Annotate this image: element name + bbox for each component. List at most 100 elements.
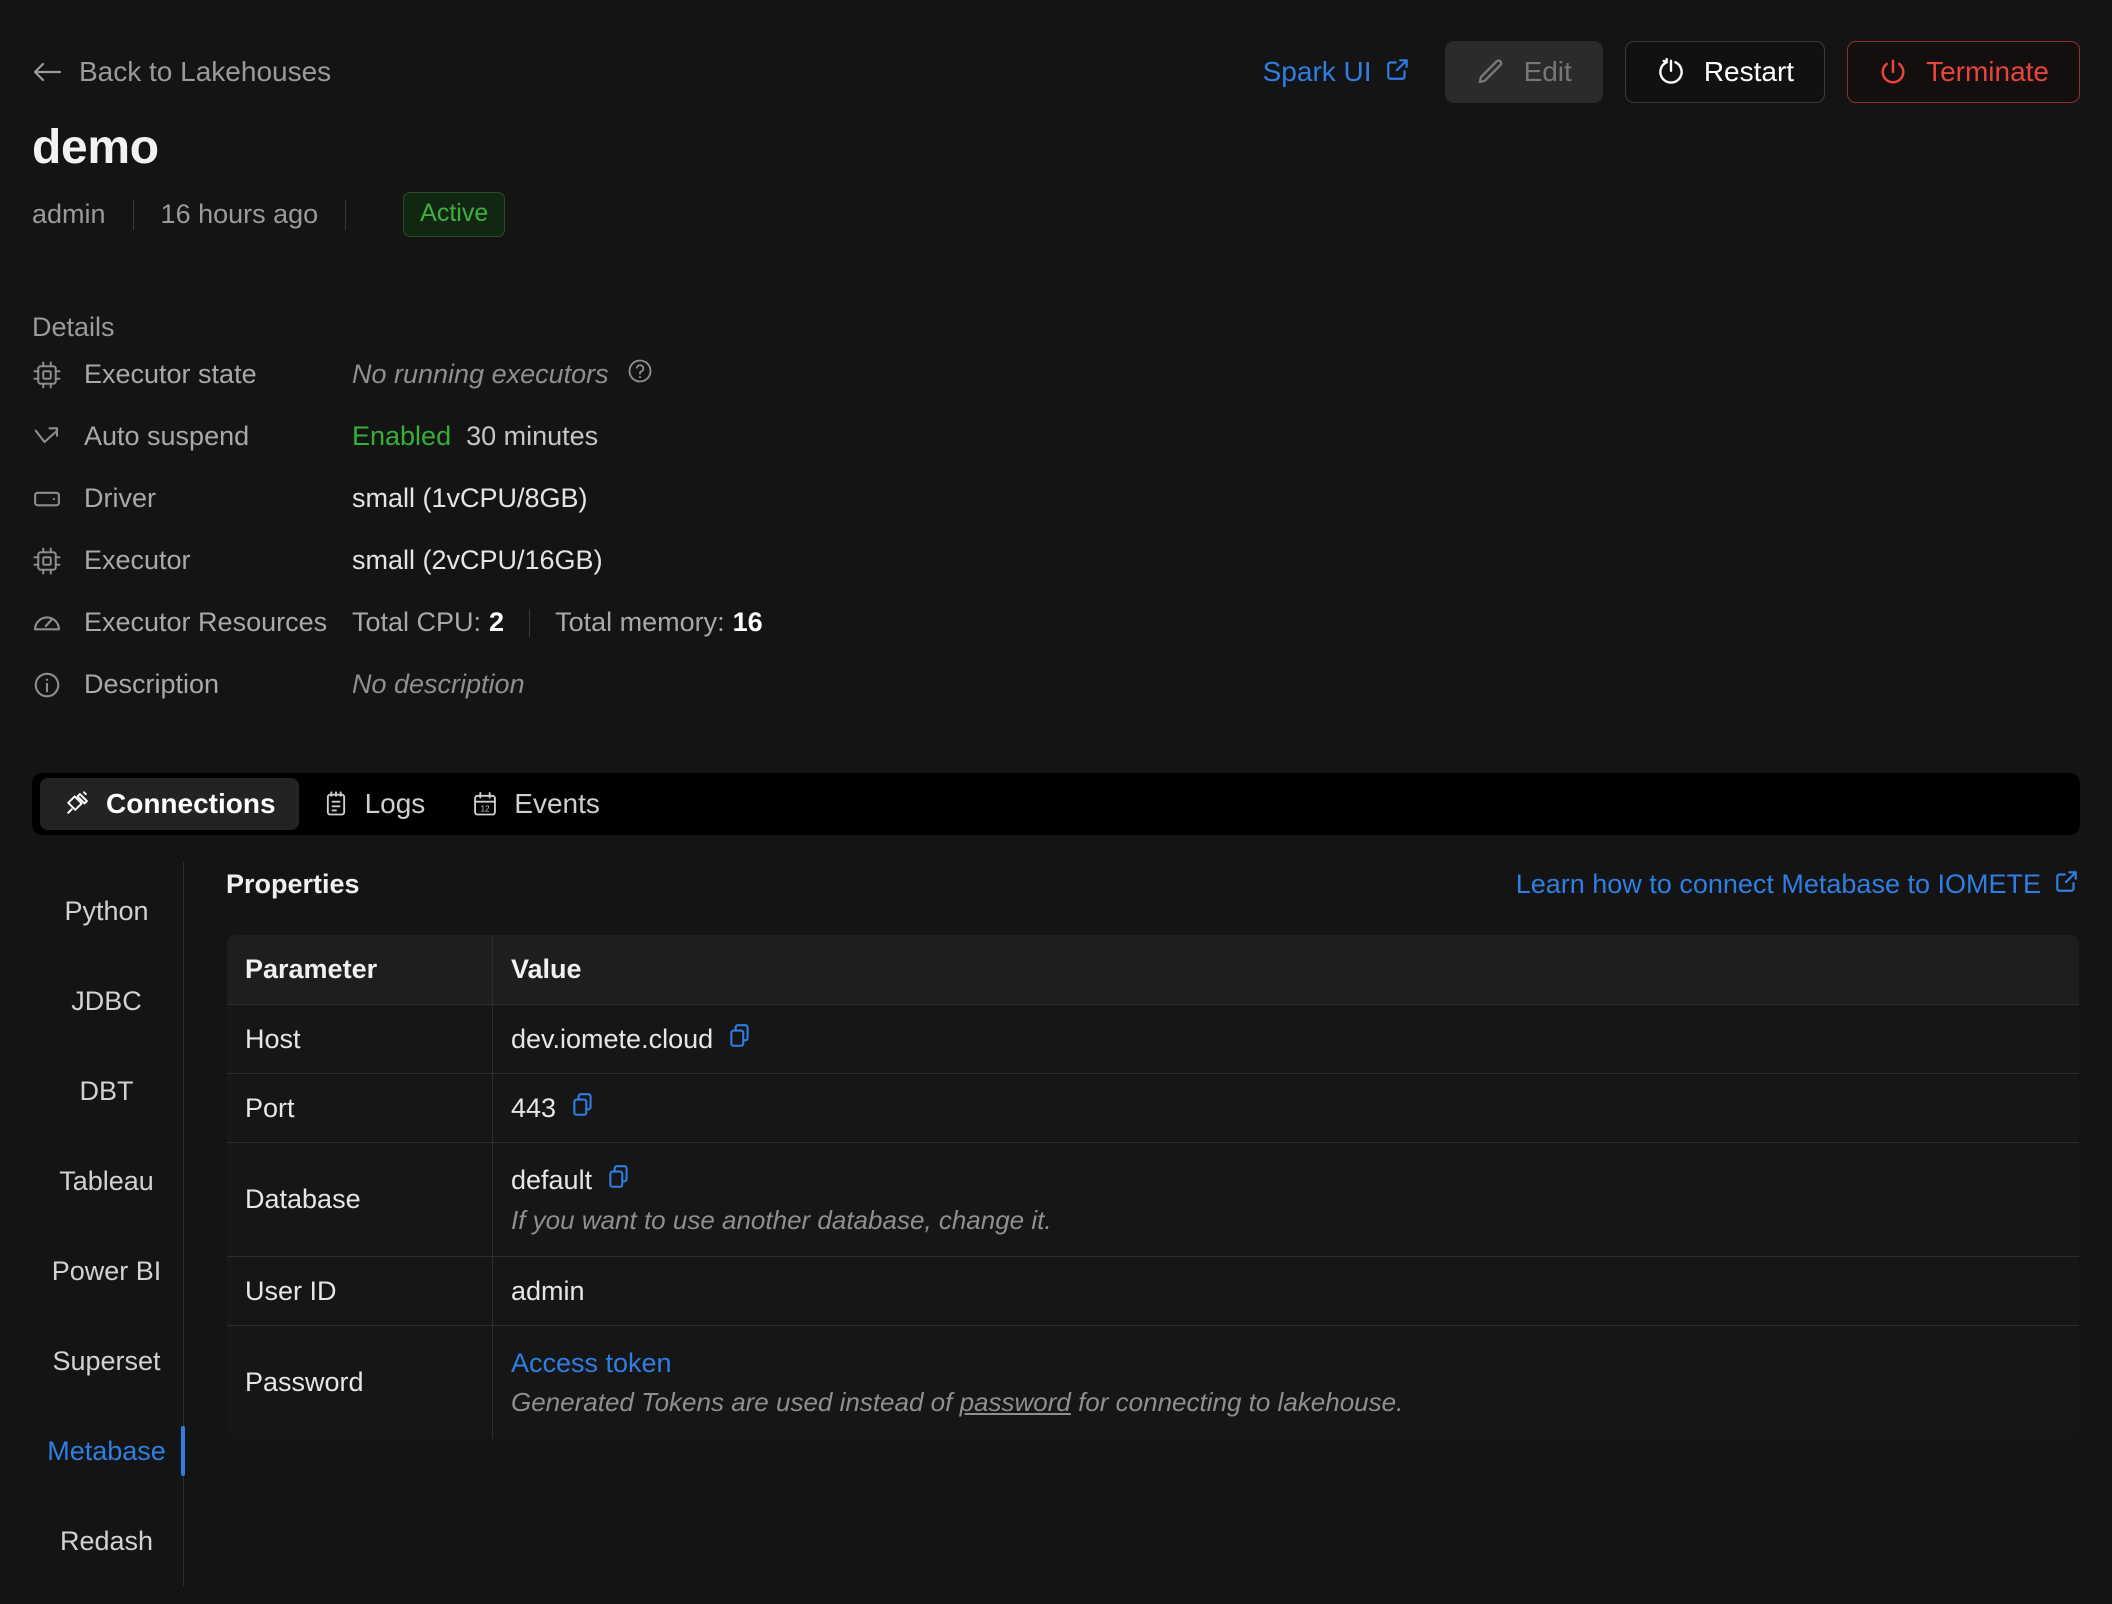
sidebar-item-label: DBT: [79, 1075, 134, 1106]
calendar-icon: 12: [471, 790, 499, 818]
properties-table: Parameter Value Host dev.iomete.cloud Po…: [226, 934, 2080, 1440]
notepad-icon: [322, 790, 350, 818]
sidebar-item-redash[interactable]: Redash: [32, 1496, 183, 1586]
detail-label: Executor Resources: [32, 607, 352, 638]
column-header-value: Value: [492, 935, 2079, 1005]
sidebar-item-label: Tableau: [59, 1165, 154, 1196]
sidebar-item-label: Python: [64, 895, 149, 926]
edit-label: Edit: [1523, 56, 1572, 87]
detail-row-executor-state: Executor state No running executors: [32, 344, 2080, 405]
tab-connections[interactable]: Connections: [40, 778, 299, 830]
cell-parameter: Port: [227, 1073, 493, 1143]
cell-value: admin: [492, 1256, 2079, 1326]
sidebar-item-tableau[interactable]: Tableau: [32, 1136, 183, 1226]
restart-button[interactable]: Restart: [1624, 41, 1826, 103]
plug-icon: [63, 790, 91, 818]
meta-divider: [132, 199, 134, 230]
detail-row-auto-suspend: Auto suspend Enabled 30 minutes: [32, 406, 2080, 467]
sidebar-item-label: Metabase: [47, 1435, 166, 1466]
copy-icon[interactable]: [570, 1092, 596, 1125]
properties-title: Properties: [226, 868, 360, 899]
table-row: Port 443: [227, 1073, 2079, 1143]
cell-value: 443: [492, 1073, 2079, 1143]
password-note: Generated Tokens are used instead of pas…: [511, 1387, 2061, 1418]
cell-value: default If you want to use another datab…: [492, 1142, 2079, 1257]
executor-value: small (2vCPU/16GB): [352, 545, 603, 575]
detail-label: Driver: [32, 483, 352, 514]
detail-label: Description: [32, 669, 352, 700]
properties-table-head: Parameter Value: [227, 935, 2079, 1005]
detail-value: No description: [352, 669, 525, 700]
edit-button[interactable]: Edit: [1444, 41, 1603, 103]
terminate-button[interactable]: Terminate: [1847, 41, 2080, 103]
detail-row-driver: Driver small (1vCPU/8GB): [32, 468, 2080, 529]
top-bar: Back to Lakehouses Spark UI Edit Restart…: [32, 0, 2080, 112]
detail-value: Total CPU: 2 Total memory: 16: [352, 607, 763, 638]
power-restart-icon: [1656, 57, 1686, 87]
cell-parameter: User ID: [227, 1256, 493, 1326]
lakehouse-detail-page: Back to Lakehouses Spark UI Edit Restart…: [0, 0, 2112, 1604]
detail-value: No running executors: [352, 357, 654, 392]
connections-pane: Python JDBC DBT Tableau Power BI Superse…: [32, 862, 2080, 1586]
detail-label: Executor state: [32, 359, 352, 390]
detail-label-text: Executor state: [84, 359, 257, 389]
svg-text:12: 12: [481, 804, 491, 813]
sidebar-item-label: Redash: [59, 1525, 154, 1556]
details-heading: Details: [32, 312, 115, 342]
description-value: No description: [352, 669, 525, 699]
tab-logs-label: Logs: [364, 788, 426, 819]
detail-label: Executor: [32, 545, 352, 576]
arrow-left-icon: [32, 60, 62, 84]
value-line: dev.iomete.cloud: [511, 1023, 2061, 1056]
detail-label: Auto suspend: [32, 421, 352, 452]
spark-ui-link[interactable]: Spark UI: [1263, 56, 1411, 89]
cell-parameter: Password: [227, 1325, 493, 1439]
cell-value: Access token Generated Tokens are used i…: [492, 1325, 2079, 1439]
database-note: If you want to use another database, cha…: [511, 1204, 1052, 1235]
cpu-chip-icon: [32, 360, 62, 390]
learn-link-label: Learn how to connect Metabase to IOMETE: [1515, 868, 2041, 899]
back-to-lakehouses-link[interactable]: Back to Lakehouses: [32, 56, 331, 88]
value-line: 443: [511, 1092, 2061, 1125]
gauge-icon: [32, 608, 62, 638]
cell-value: dev.iomete.cloud: [492, 1004, 2079, 1074]
sidebar-item-label: JDBC: [71, 985, 142, 1016]
cell-parameter: Host: [227, 1004, 493, 1074]
table-header-row: Parameter Value: [227, 935, 2079, 1005]
tab-connections-label: Connections: [106, 788, 276, 819]
user-id-value: admin: [511, 1275, 585, 1306]
copy-icon[interactable]: [606, 1164, 632, 1197]
restart-label: Restart: [1703, 56, 1795, 87]
auto-suspend-duration: 30 minutes: [466, 421, 599, 451]
tab-events-label: Events: [514, 788, 600, 819]
value-line: default: [511, 1164, 2061, 1197]
updated-label: 16 hours ago: [160, 199, 319, 229]
driver-card-icon: [32, 484, 62, 514]
column-header-parameter: Parameter: [227, 935, 493, 1005]
properties-table-body: Host dev.iomete.cloud Port 443 Database …: [227, 1004, 2079, 1439]
top-bar-actions: Spark UI Edit Restart Terminate: [1263, 41, 2080, 103]
tab-logs[interactable]: Logs: [299, 778, 449, 830]
sidebar-item-dbt[interactable]: DBT: [32, 1046, 183, 1136]
arrow-down-right-icon: [32, 422, 62, 452]
access-token-link[interactable]: Access token: [511, 1348, 672, 1379]
page-title: demo: [32, 121, 159, 174]
pencil-icon: [1476, 57, 1506, 87]
value-line: Access token: [511, 1348, 2061, 1379]
question-circle-icon[interactable]: [626, 357, 654, 392]
sidebar-item-power-bi[interactable]: Power BI: [32, 1226, 183, 1316]
learn-how-to-connect-link[interactable]: Learn how to connect Metabase to IOMETE: [1516, 868, 2080, 901]
sidebar-item-python[interactable]: Python: [32, 866, 183, 956]
total-cpu-value: 2: [489, 607, 505, 637]
port-value: 443: [511, 1092, 557, 1123]
sidebar-item-metabase[interactable]: Metabase: [32, 1406, 185, 1496]
status-badge: Active: [403, 192, 506, 237]
copy-icon[interactable]: [727, 1023, 753, 1056]
sidebar-item-superset[interactable]: Superset: [32, 1316, 183, 1406]
sidebar-item-jdbc[interactable]: JDBC: [32, 956, 183, 1046]
external-link-icon: [2054, 868, 2080, 901]
total-memory-label: Total memory:: [555, 607, 725, 637]
connections-main: Properties Learn how to connect Metabase…: [184, 862, 2080, 1586]
back-link-label: Back to Lakehouses: [79, 56, 332, 87]
tab-events[interactable]: 12 Events: [448, 778, 623, 830]
